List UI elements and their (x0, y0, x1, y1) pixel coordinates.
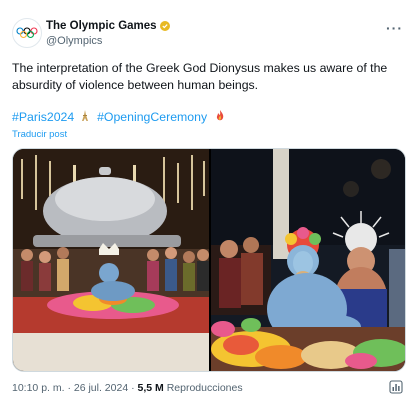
views-count: 5,5 M (137, 382, 164, 394)
post-time[interactable]: 10:10 p. m. (12, 382, 65, 394)
eiffel-tower-emoji-icon (81, 110, 88, 121)
handle[interactable]: @Olympics (46, 35, 170, 47)
meta-separator: · (67, 382, 71, 394)
hashtags: #Paris2024 #OpeningCeremony (12, 110, 226, 124)
more-options-icon[interactable]: ··· (386, 20, 403, 36)
tweet-meta: 10:10 p. m. · 26 jul. 2024 · 5,5 M Repro… (12, 382, 243, 394)
avatar[interactable] (12, 18, 42, 48)
meta-separator-2: · (131, 382, 135, 394)
media-grid[interactable] (12, 148, 406, 372)
display-name-row[interactable]: The Olympic Games (46, 20, 170, 32)
translate-post-link[interactable]: Traducir post (12, 129, 67, 140)
ceremony-photo-right[interactable] (211, 149, 406, 372)
ceremony-photo-left[interactable] (13, 149, 209, 372)
tweet-text: The interpretation of the Greek God Dion… (12, 61, 388, 92)
display-name[interactable]: The Olympic Games (46, 20, 157, 32)
hashtag-paris2024[interactable]: #Paris2024 (12, 110, 74, 124)
post-date[interactable]: 26 jul. 2024 (74, 382, 128, 394)
flame-emoji-icon (216, 110, 223, 121)
tweet-header: The Olympic Games @Olympics ··· (12, 18, 403, 52)
views-label: Reproducciones (166, 382, 243, 394)
hashtag-openingceremony[interactable]: #OpeningCeremony (97, 110, 207, 124)
view-stats-icon[interactable] (389, 380, 403, 394)
verified-badge-icon (159, 21, 170, 31)
olympic-rings-icon (16, 27, 38, 39)
